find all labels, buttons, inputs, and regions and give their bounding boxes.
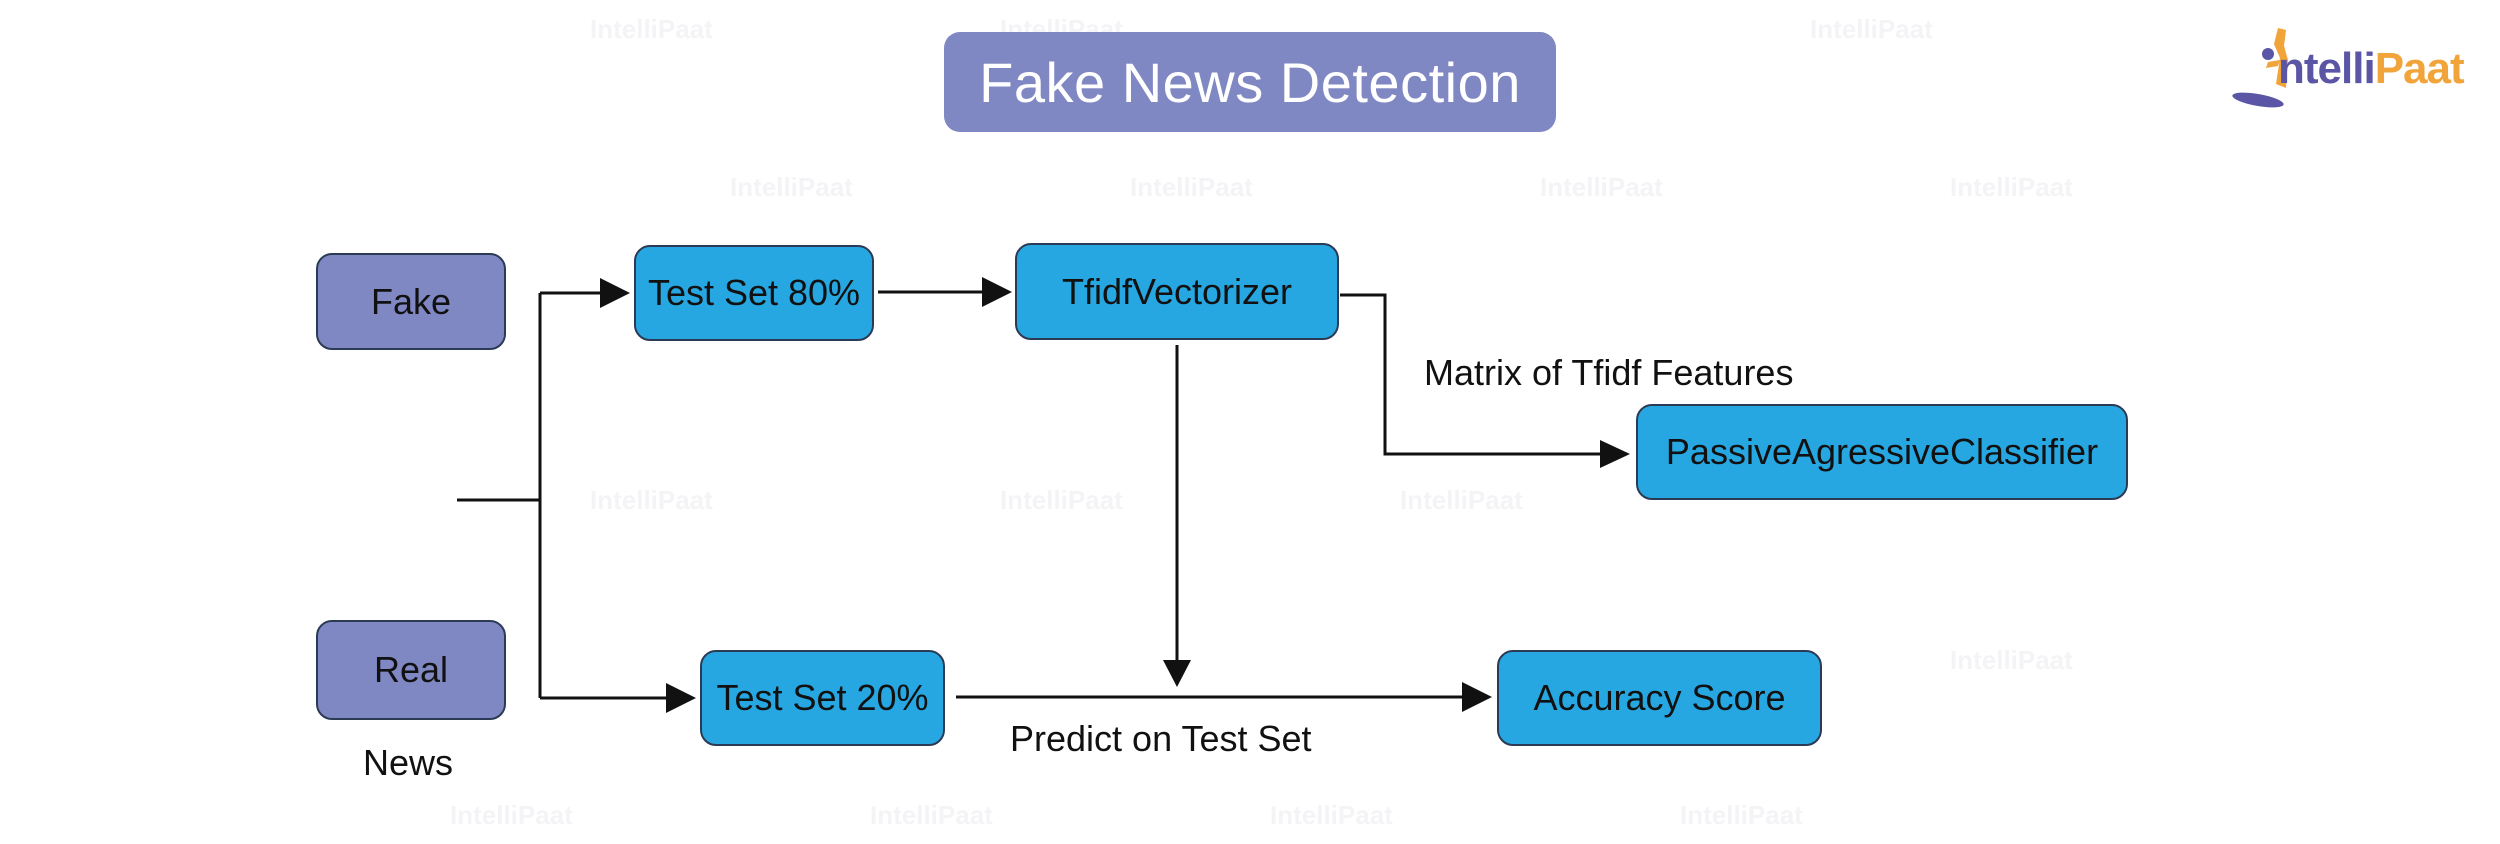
logo-text-part2: Paat xyxy=(2374,44,2465,93)
node-vectorizer-label: TfidfVectorizer xyxy=(1061,270,1293,312)
node-test-set-label: Test Set 20% xyxy=(716,677,929,718)
page-title: Fake News Detection xyxy=(944,32,1556,132)
node-classifier-label: PassiveAgressiveClassifier xyxy=(1665,431,2099,472)
node-train-set-label: Test Set 80% xyxy=(647,272,861,313)
arrowhead-classifier xyxy=(1600,440,1630,468)
node-real-label: Real xyxy=(373,649,449,690)
node-real: Real xyxy=(316,620,506,720)
node-classifier: PassiveAgressiveClassifier xyxy=(1636,404,2128,500)
news-label: News xyxy=(363,742,454,783)
predict-label: Predict on Test Set xyxy=(1010,718,1312,759)
logo-wordmark: ntelliPaat xyxy=(2278,44,2465,94)
matrix-features-label: Matrix of Tfidf Features xyxy=(1424,352,1794,393)
arrowhead-test-set xyxy=(666,683,696,713)
arrowhead-accuracy xyxy=(1462,682,1492,712)
node-fake-label: Fake xyxy=(370,280,452,322)
node-fake: Fake xyxy=(316,253,506,350)
page-title-text: Fake News Detection xyxy=(979,50,1521,114)
node-vectorizer: TfidfVectorizer xyxy=(1015,243,1339,340)
diagram-canvas: IntelliPaat IntelliPaat IntelliPaat Inte… xyxy=(0,0,2500,844)
node-accuracy: Accuracy Score xyxy=(1497,650,1822,746)
arrowhead-predict xyxy=(1163,660,1191,687)
arrowhead-train-set xyxy=(600,278,630,308)
node-test-set: Test Set 20% xyxy=(700,650,945,746)
logo-text-part1: ntelli xyxy=(2278,44,2376,93)
node-train-set: Test Set 80% xyxy=(634,245,874,341)
arrowhead-vectorizer xyxy=(982,277,1012,307)
node-accuracy-label: Accuracy Score xyxy=(1533,677,1786,718)
